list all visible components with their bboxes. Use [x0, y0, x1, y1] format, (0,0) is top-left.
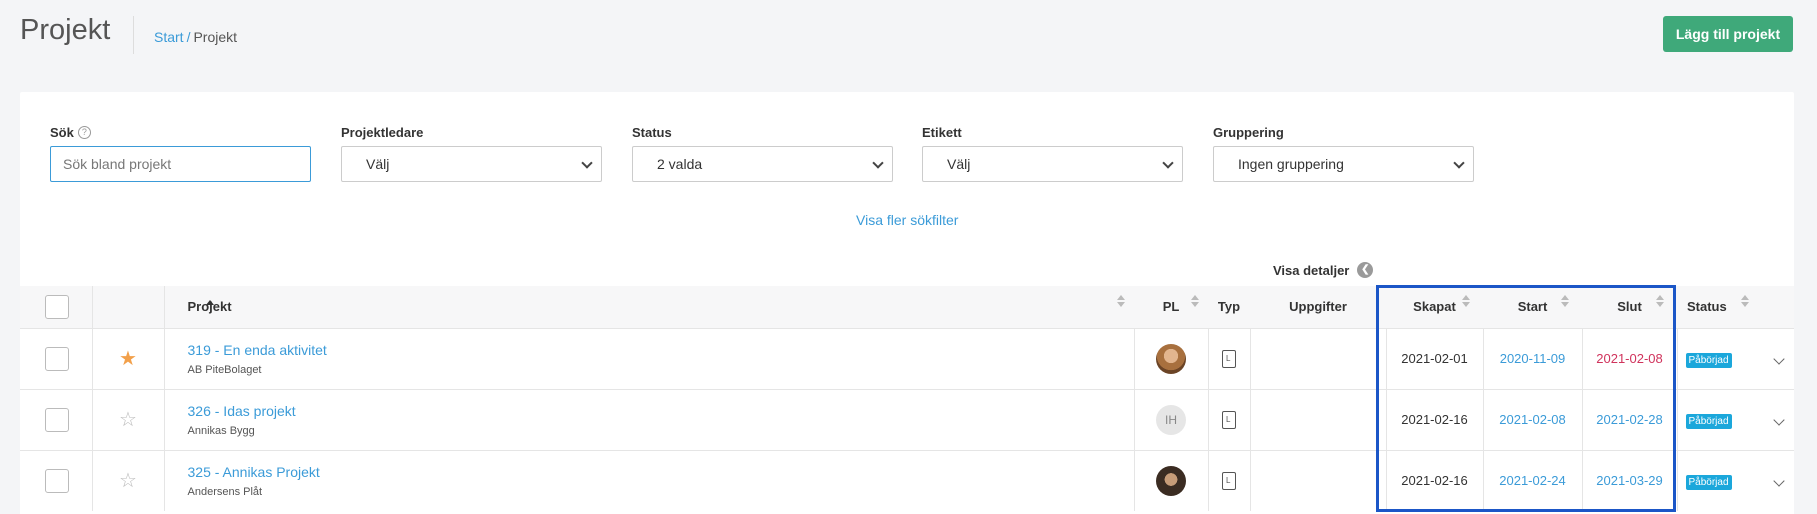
search-filter: Sök?	[50, 122, 311, 182]
chevron-down-icon	[872, 157, 884, 169]
star-outline-icon[interactable]: ☆	[93, 468, 164, 493]
select-all-checkbox[interactable]	[45, 294, 69, 319]
status-badge: Påbörjad	[1685, 414, 1732, 429]
chevron-down-icon[interactable]	[1773, 475, 1785, 487]
show-details-toggle[interactable]: Visa detaljer ❮	[1273, 262, 1374, 278]
page-title: Projekt	[20, 14, 111, 46]
created-column-header[interactable]: Skapat	[1386, 286, 1483, 328]
sort-icon	[1741, 295, 1750, 309]
chevron-left-icon[interactable]: ❮	[1357, 262, 1374, 278]
pl-column-header[interactable]: PL	[1134, 286, 1208, 328]
breadcrumb: Start / Projekt	[154, 29, 237, 45]
status-badge: Påbörjad	[1685, 353, 1732, 368]
status-filter: Status 2 valda	[632, 122, 893, 182]
breadcrumb-separator: /	[186, 29, 191, 45]
chevron-down-icon[interactable]	[1773, 352, 1785, 365]
add-project-button[interactable]: Lägg till projekt	[1663, 16, 1793, 52]
status-select[interactable]: 2 valda	[632, 146, 893, 182]
table-row[interactable]: ☆ 326 - Idas projekt Annikas Bygg IH 2021…	[20, 389, 1794, 450]
start-date[interactable]: 2020-11-09	[1483, 328, 1583, 389]
project-client: Andersens Plåt	[187, 485, 263, 498]
row-checkbox[interactable]	[45, 346, 69, 371]
end-column-header[interactable]: Slut	[1582, 286, 1677, 328]
document-icon	[1222, 349, 1236, 368]
type-column-header: Typ	[1217, 299, 1241, 315]
created-date: 2021-02-16	[1386, 389, 1484, 450]
expenses-column-header: Uppgifter	[1289, 299, 1347, 315]
projects-table: Projekt PL Typ Uppgifter Skapat Start Sl…	[20, 286, 1794, 511]
project-name-link[interactable]: 326 - Idas projekt	[188, 403, 1134, 419]
sort-icon	[1191, 295, 1200, 309]
chevron-down-icon[interactable]	[1773, 413, 1785, 426]
show-details-label: Visa detaljer	[1273, 262, 1350, 278]
created-date: 2021-02-16	[1386, 450, 1484, 511]
row-checkbox[interactable]	[45, 407, 69, 432]
table-row[interactable]: ★ 319 - En enda aktivitet AB PiteBolaget …	[20, 328, 1794, 389]
project-name-link[interactable]: 325 - Annikas Projekt	[188, 464, 1134, 480]
sort-icon	[1656, 295, 1665, 309]
more-filters-link[interactable]: Visa fler sökfilter	[856, 212, 958, 228]
tag-filter: Etikett Välj	[922, 122, 1183, 182]
created-date: 2021-02-01	[1386, 328, 1484, 389]
tag-label: Etikett	[922, 124, 962, 140]
chevron-down-icon	[1162, 157, 1174, 169]
project-client: AB PiteBolaget	[187, 363, 262, 376]
avatar: IH	[1156, 404, 1186, 435]
start-date[interactable]: 2021-02-08	[1483, 389, 1583, 450]
breadcrumb-current: Projekt	[193, 29, 238, 45]
status-column-header[interactable]: Status	[1677, 286, 1764, 328]
grouping-label: Gruppering	[1213, 124, 1284, 140]
help-icon[interactable]: ?	[77, 125, 91, 139]
status-label: Status	[632, 124, 672, 140]
chevron-down-icon	[1453, 157, 1465, 169]
chevron-down-icon	[581, 157, 593, 169]
row-checkbox[interactable]	[45, 468, 69, 493]
tag-select[interactable]: Välj	[922, 146, 1183, 182]
end-date[interactable]: 2021-02-08	[1582, 328, 1678, 389]
end-date[interactable]: 2021-02-28	[1582, 389, 1678, 450]
sort-icon	[1117, 295, 1126, 309]
document-icon	[1222, 471, 1236, 490]
project-name-link[interactable]: 319 - En enda aktivitet	[188, 342, 1134, 358]
project-manager-select[interactable]: Välj	[341, 146, 602, 182]
projects-card: Sök? Projektledare Välj Status 2 valda E…	[20, 92, 1794, 514]
table-header-row: Projekt PL Typ Uppgifter Skapat Start Sl…	[20, 286, 1794, 328]
project-manager-label: Projektledare	[341, 124, 424, 140]
title-divider	[133, 16, 134, 54]
sort-icon	[1462, 295, 1471, 309]
breadcrumb-home-link[interactable]: Start	[154, 29, 184, 45]
project-manager-filter: Projektledare Välj	[341, 122, 602, 182]
star-filled-icon[interactable]: ★	[93, 346, 164, 371]
start-column-header[interactable]: Start	[1483, 286, 1582, 328]
favorite-sort-header[interactable]	[92, 286, 214, 328]
grouping-filter: Gruppering Ingen gruppering	[1213, 122, 1474, 182]
search-label: Sök?	[50, 122, 311, 142]
project-column-header[interactable]: Projekt	[164, 286, 1134, 328]
project-client: Annikas Bygg	[187, 424, 255, 437]
avatar	[1156, 343, 1186, 374]
document-icon	[1222, 410, 1236, 429]
table-row[interactable]: ☆ 325 - Annikas Projekt Andersens Plåt 20…	[20, 450, 1794, 511]
status-badge: Påbörjad	[1685, 475, 1732, 491]
search-input[interactable]	[50, 146, 311, 182]
star-outline-icon[interactable]: ☆	[93, 407, 164, 432]
end-date[interactable]: 2021-03-29	[1582, 450, 1678, 511]
sort-icon	[1561, 295, 1570, 309]
start-date[interactable]: 2021-02-24	[1483, 450, 1583, 511]
avatar	[1156, 465, 1186, 496]
grouping-select[interactable]: Ingen gruppering	[1213, 146, 1474, 182]
